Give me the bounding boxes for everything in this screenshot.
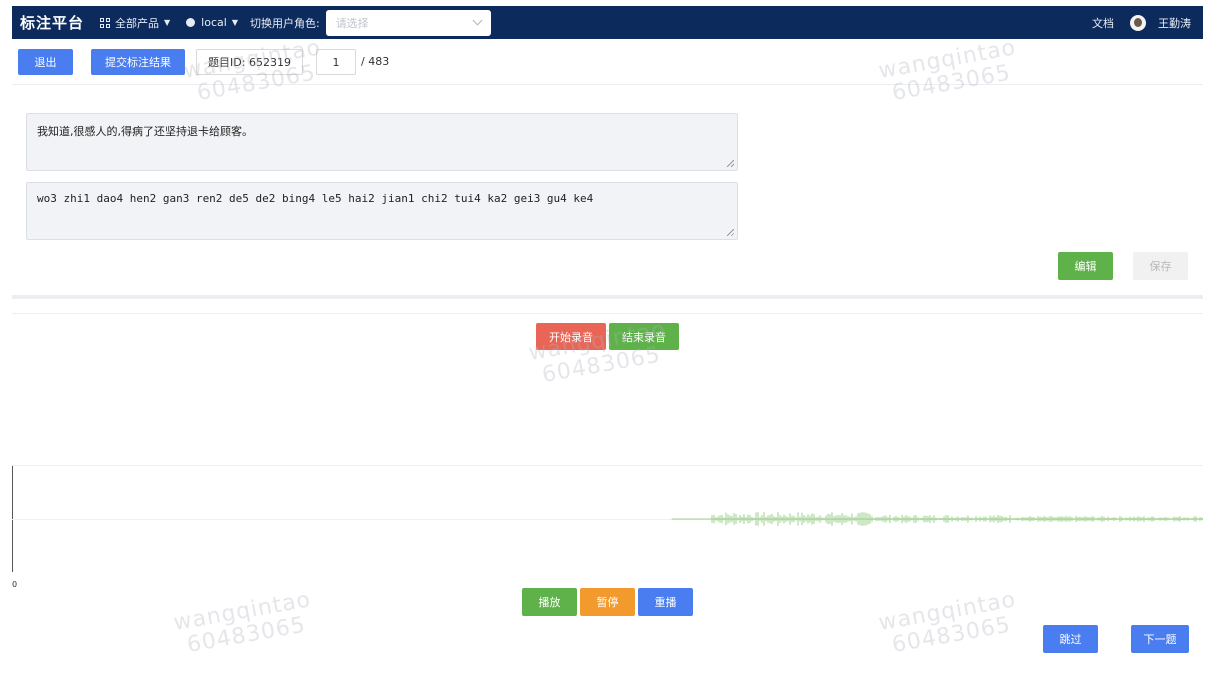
divider (12, 84, 1203, 85)
watermark: wangqintao 60483065 (876, 587, 1018, 659)
role-switch-label: 切换用户角色: (249, 16, 320, 30)
next-question-button[interactable]: 下一题 (1131, 625, 1189, 653)
top-nav-bar: 标注平台 全部产品 ▼ local ▼ 切换用户角色: 请选择 文档 王勤涛 (12, 6, 1203, 39)
stop-recording-button[interactable]: 结束录音 (609, 323, 679, 350)
avatar[interactable] (1130, 14, 1146, 31)
replay-button[interactable]: 重播 (638, 588, 693, 616)
products-menu[interactable]: 全部产品 ▼ (100, 15, 170, 31)
grid-icon (100, 17, 111, 28)
section-divider (12, 295, 1203, 299)
save-button[interactable]: 保存 (1133, 252, 1188, 280)
question-id-display: 题目ID: 652319 (196, 49, 303, 75)
role-select-placeholder: 请选择 (335, 16, 369, 30)
audio-waveform[interactable] (12, 466, 1203, 572)
page-total: / 483 (361, 55, 390, 68)
docs-link[interactable]: 文档 (1092, 15, 1114, 31)
skip-button[interactable]: 跳过 (1043, 625, 1098, 653)
caret-down-icon: ▼ (164, 18, 171, 27)
role-select[interactable]: 请选择 (325, 9, 491, 36)
transcript-textarea[interactable]: 我知道,很感人的,得病了还坚持退卡给顾客。 (26, 113, 738, 171)
edit-button[interactable]: 编辑 (1058, 252, 1113, 280)
environment-menu[interactable]: local ▼ (186, 16, 238, 29)
user-name[interactable]: 王勤涛 (1158, 15, 1191, 31)
pinyin-text: wo3 zhi1 dao4 hen2 gan3 ren2 de5 de2 bin… (37, 192, 594, 205)
start-recording-button[interactable]: 开始录音 (536, 323, 606, 350)
play-button[interactable]: 播放 (522, 588, 577, 616)
submit-results-button[interactable]: 提交标注结果 (91, 49, 185, 75)
waveform-time-label: 0 (12, 580, 18, 589)
resize-handle-icon[interactable] (727, 229, 734, 236)
waveform-graph (671, 512, 1203, 526)
pinyin-textarea[interactable]: wo3 zhi1 dao4 hen2 gan3 ren2 de5 de2 bin… (26, 182, 738, 240)
pause-button[interactable]: 暂停 (580, 588, 635, 616)
products-menu-label: 全部产品 (115, 16, 160, 30)
resize-handle-icon[interactable] (727, 160, 734, 167)
page-number-input[interactable]: 1 (316, 49, 356, 75)
caret-down-icon: ▼ (231, 18, 238, 27)
transcript-text: 我知道,很感人的,得病了还坚持退卡给顾客。 (37, 125, 253, 138)
watermark: wangqintao 60483065 (171, 587, 313, 659)
status-dot-icon (186, 18, 196, 27)
exit-button[interactable]: 退出 (18, 49, 73, 75)
environment-label: local (201, 16, 227, 29)
divider (12, 313, 1203, 314)
watermark: wangqintao 60483065 (876, 35, 1018, 107)
user-area: 文档 王勤涛 (1092, 14, 1191, 31)
chevron-down-icon (472, 15, 483, 26)
app-title[interactable]: 标注平台 (20, 12, 84, 33)
